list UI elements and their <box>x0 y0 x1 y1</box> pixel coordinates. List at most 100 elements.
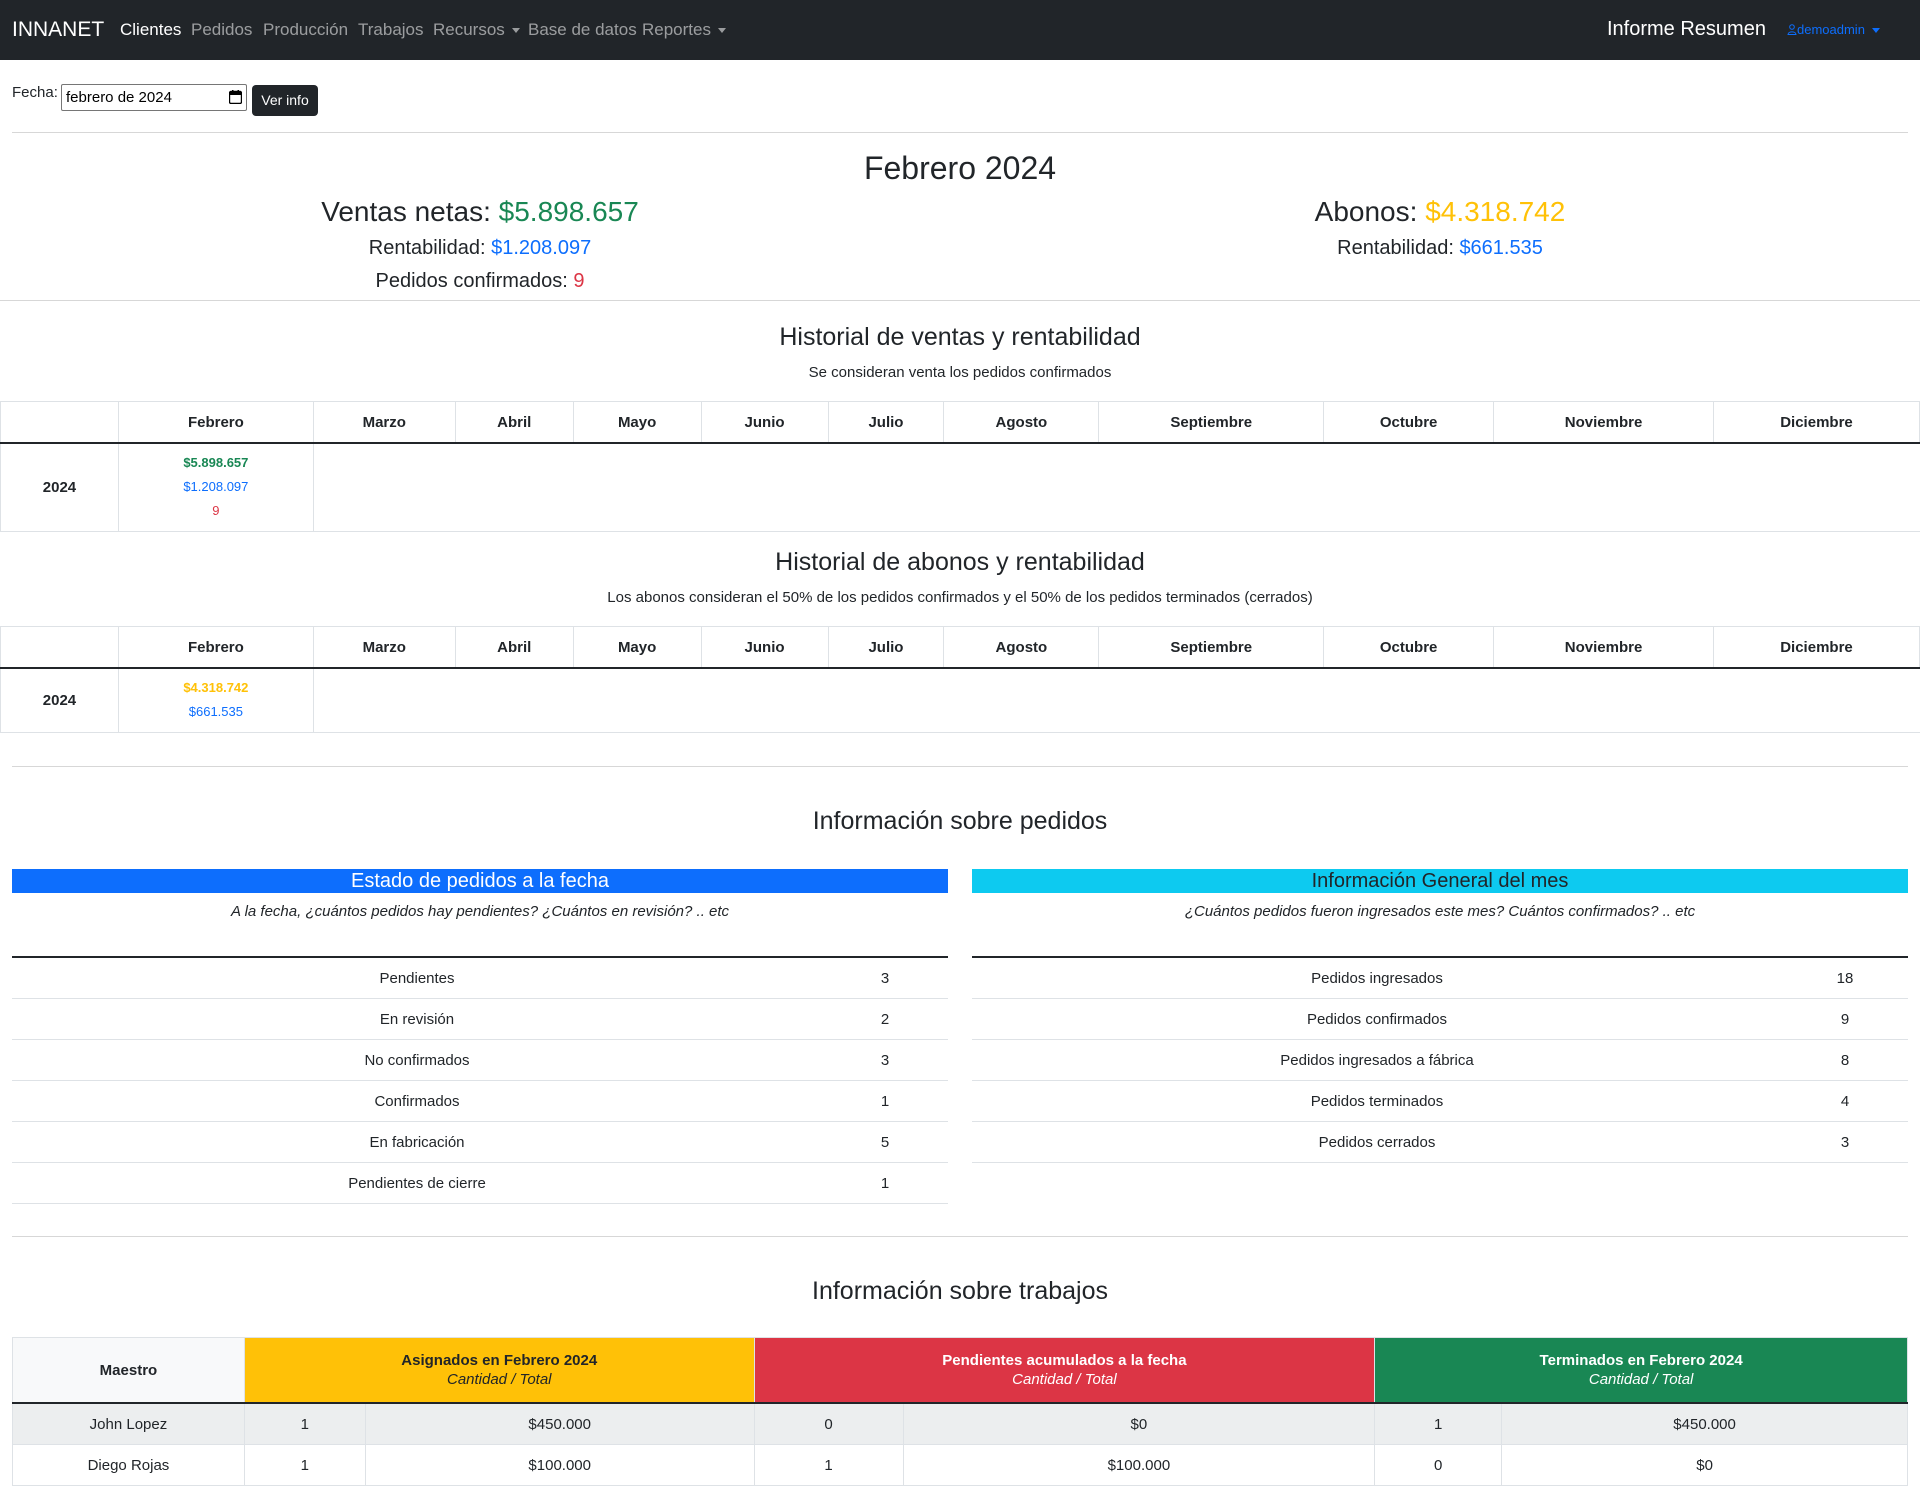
table-row: En fabricación 5 <box>12 1121 948 1163</box>
month-header: Agosto <box>943 401 1100 444</box>
month-header: Agosto <box>943 626 1100 669</box>
empty-cells <box>312 667 1920 733</box>
month-header: Septiembre <box>1098 626 1325 669</box>
nav-recursos[interactable]: Recursos <box>433 20 520 40</box>
stat-label: Pedidos ingresados <box>972 956 1782 999</box>
month-header: Febrero <box>117 401 314 444</box>
table-header-row: Febrero Marzo Abril Mayo Junio Julio Ago… <box>0 626 1920 669</box>
stat-label: No confirmados <box>12 1039 822 1081</box>
stat-label: En fabricación <box>12 1121 822 1163</box>
month-values-cell: $4.318.742 $661.535 <box>117 667 314 733</box>
asignados-total: $100.000 <box>364 1444 755 1486</box>
table-row: En revisión 2 <box>12 998 948 1040</box>
user-icon <box>1787 24 1797 35</box>
terminados-cantidad: 1 <box>1374 1402 1503 1445</box>
terminados-total: $450.000 <box>1501 1402 1908 1445</box>
general-header: Información General del mes <box>972 869 1908 893</box>
date-input[interactable] <box>61 84 247 111</box>
nav-reportes-label: Reportes <box>642 20 711 39</box>
month-header: Noviembre <box>1493 401 1714 444</box>
table-header-row: Maestro Asignados en Febrero 2024 Cantida… <box>12 1337 1908 1404</box>
month-header: Diciembre <box>1712 401 1920 444</box>
rent-value: $1.208.097 <box>491 237 592 259</box>
asignados-header-sub: Cantidad / Total <box>446 1371 552 1388</box>
rentabilidad-ventas: Rentabilidad: $1.208.097 <box>280 237 680 260</box>
table-row: Pendientes de cierre 1 <box>12 1162 948 1204</box>
abonos-rent-value: $661.535 <box>1459 237 1543 259</box>
ventas-label: Ventas netas: <box>321 196 491 227</box>
empty-header <box>0 626 119 669</box>
terminados-header: Terminados en Febrero 2024 Cantidad / Tot… <box>1374 1337 1908 1404</box>
stat-value: 4 <box>1782 1080 1908 1122</box>
maestro-header: Maestro <box>12 1337 245 1404</box>
month-header: Marzo <box>312 626 456 669</box>
stat-value: 3 <box>1782 1121 1908 1163</box>
month-header: Octubre <box>1323 626 1495 669</box>
stat-value: 5 <box>822 1121 948 1163</box>
table-row: John Lopez 1 $450.000 0 $0 1 $450.000 <box>12 1402 1908 1445</box>
pedidos-section-title: Información sobre pedidos <box>812 807 1108 835</box>
nav-trabajos[interactable]: Trabajos <box>358 20 424 40</box>
month-header: Diciembre <box>1712 626 1920 669</box>
pendientes-cantidad: 1 <box>753 1444 904 1486</box>
pendientes-total: $0 <box>902 1402 1376 1445</box>
asignados-cantidad: 1 <box>243 1402 366 1445</box>
table-header-row: Febrero Marzo Abril Mayo Junio Julio Ago… <box>0 401 1920 444</box>
ventas-netas: Ventas netas: $5.898.657 <box>280 196 680 228</box>
brand-logo[interactable]: INNANET <box>12 18 104 42</box>
stat-value: 3 <box>822 956 948 999</box>
nav-recursos-label: Recursos <box>433 20 505 39</box>
month-header: Septiembre <box>1098 401 1325 444</box>
pendientes-header: Pendientes acumulados a la fecha Cantidad… <box>753 1337 1376 1404</box>
terminados-header-label: Terminados en Febrero 2024 <box>1539 1352 1743 1369</box>
divider <box>12 132 1908 133</box>
stat-value: 9 <box>1782 998 1908 1040</box>
month-header: Junio <box>700 626 829 669</box>
stat-value: 1 <box>822 1080 948 1122</box>
chevron-down-icon <box>717 28 726 34</box>
stat-value: 8 <box>1782 1039 1908 1081</box>
stat-label: Pedidos ingresados a fábrica <box>972 1039 1782 1081</box>
terminados-header-sub: Cantidad / Total <box>1588 1371 1694 1388</box>
table-row: Confirmados 1 <box>12 1080 948 1122</box>
calendar-icon[interactable] <box>229 90 242 104</box>
page-title: Informe Resumen <box>1607 18 1766 40</box>
date-label: Fecha: <box>12 84 58 101</box>
divider <box>12 766 1908 767</box>
empty-header <box>0 401 119 444</box>
top-navbar: INNANET Clientes Pedidos Producción Trab… <box>0 0 1920 60</box>
terminados-total: $0 <box>1501 1444 1908 1486</box>
month-header: Julio <box>827 626 945 669</box>
divider <box>12 1236 1908 1237</box>
stat-label: Pendientes <box>12 956 822 999</box>
ver-info-button[interactable]: Ver info <box>252 85 318 116</box>
estado-table: Pendientes 3 En revisión 2 No confirmados 3… <box>12 956 948 1204</box>
nav-clientes[interactable]: Clientes <box>120 20 181 40</box>
ventas-history-table: Febrero Marzo Abril Mayo Junio Julio Ago… <box>0 401 1920 532</box>
abonos: Abonos: $4.318.742 <box>1240 196 1640 228</box>
abonos-value: $4.318.742 <box>1425 196 1566 227</box>
rent-cell-value: $1.208.097 <box>183 479 249 495</box>
ventas-cell-value: $5.898.657 <box>183 455 249 471</box>
month-header: Julio <box>827 401 945 444</box>
nav-base-de-datos[interactable]: Base de datos <box>528 20 637 40</box>
stat-label: Pedidos terminados <box>972 1080 1782 1122</box>
chevron-down-icon <box>511 28 520 34</box>
table-row: Pedidos terminados 4 <box>972 1080 1908 1122</box>
estado-subtitle: A la fecha, ¿cuántos pedidos hay pendien… <box>230 903 730 920</box>
user-menu[interactable]: demoadmin <box>1787 22 1880 37</box>
month-header: Febrero <box>117 626 314 669</box>
pedidos-confirmados: Pedidos confirmados: 9 <box>280 270 680 293</box>
pendientes-header-sub: Cantidad / Total <box>1012 1371 1117 1388</box>
nav-reportes[interactable]: Reportes <box>642 20 726 40</box>
stat-label: Pedidos cerrados <box>972 1121 1782 1163</box>
abonos-cell-value: $4.318.742 <box>183 680 249 696</box>
nav-produccion[interactable]: Producción <box>263 20 348 40</box>
month-values-cell: $5.898.657 $1.208.097 9 <box>117 442 314 532</box>
pedidos-cell-value: 9 <box>212 503 220 519</box>
trabajos-table: Maestro Asignados en Febrero 2024 Cantida… <box>12 1337 1908 1486</box>
pedidos-label: Pedidos confirmados: <box>375 270 568 292</box>
nav-pedidos[interactable]: Pedidos <box>191 20 252 40</box>
table-row: No confirmados 3 <box>12 1039 948 1081</box>
month-header: Octubre <box>1323 401 1495 444</box>
